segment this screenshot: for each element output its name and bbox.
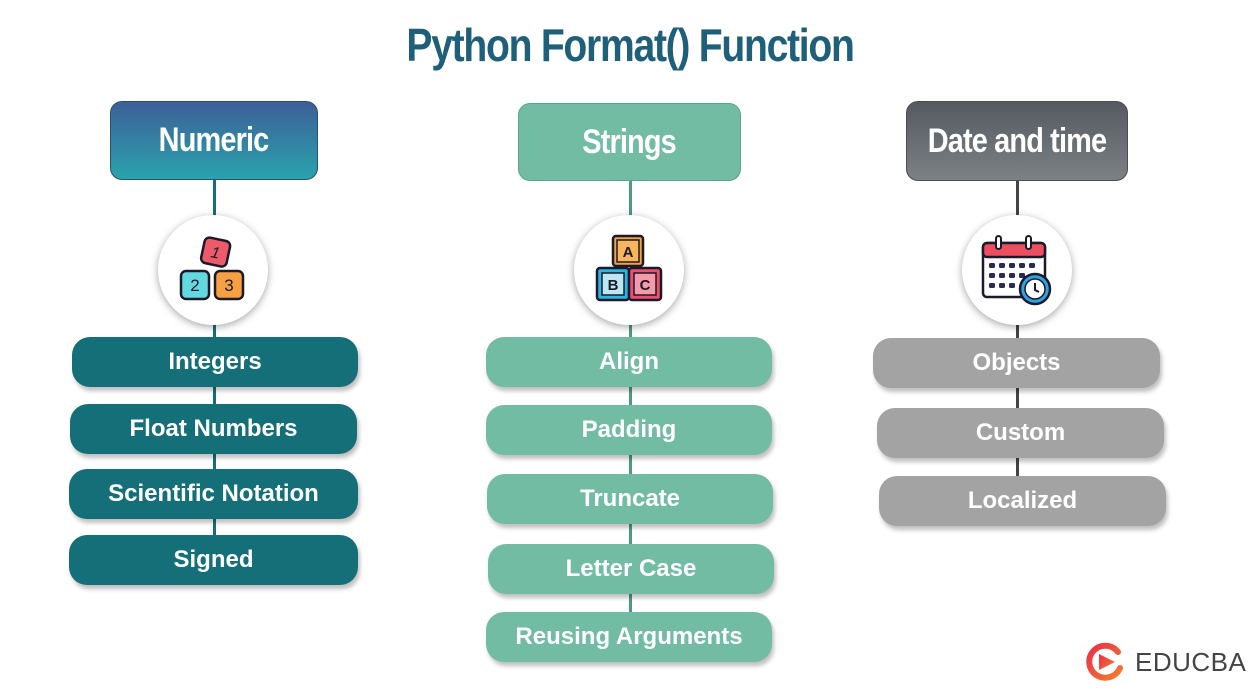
svg-text:2: 2 (190, 276, 199, 295)
svg-text:C: C (640, 277, 651, 294)
item-localized: Localized (879, 476, 1166, 526)
header-strings: Strings (518, 103, 741, 181)
header-label: Date and time (927, 121, 1107, 160)
educba-logo: EDUCBA (1085, 642, 1246, 682)
item-truncate: Truncate (487, 474, 773, 524)
header-label: Strings (582, 122, 677, 161)
item-objects: Objects (873, 338, 1160, 388)
page-title: Python Format() Function (406, 19, 855, 71)
header-label: Numeric (159, 121, 270, 159)
header-date-and-time: Date and time (906, 101, 1128, 181)
item-float-numbers: Float Numbers (70, 404, 357, 454)
svg-text:3: 3 (224, 276, 233, 295)
educba-logo-text: EDUCBA (1135, 646, 1247, 677)
abc-blocks-icon: A B C (574, 215, 684, 325)
number-blocks-icon: 1 2 3 (158, 215, 268, 325)
item-padding: Padding (486, 405, 772, 455)
item-scientific-notation: Scientific Notation (69, 469, 358, 519)
item-signed: Signed (69, 535, 358, 585)
item-reusing-arguments: Reusing Arguments (486, 612, 772, 662)
svg-text:B: B (608, 277, 619, 294)
item-integers: Integers (72, 337, 358, 387)
header-numeric: Numeric (110, 101, 318, 180)
item-custom: Custom (877, 408, 1164, 458)
item-letter-case: Letter Case (488, 544, 774, 594)
educba-logo-icon (1086, 642, 1123, 681)
calendar-clock-icon (962, 215, 1072, 325)
svg-text:A: A (623, 244, 634, 261)
item-align: Align (486, 337, 772, 387)
